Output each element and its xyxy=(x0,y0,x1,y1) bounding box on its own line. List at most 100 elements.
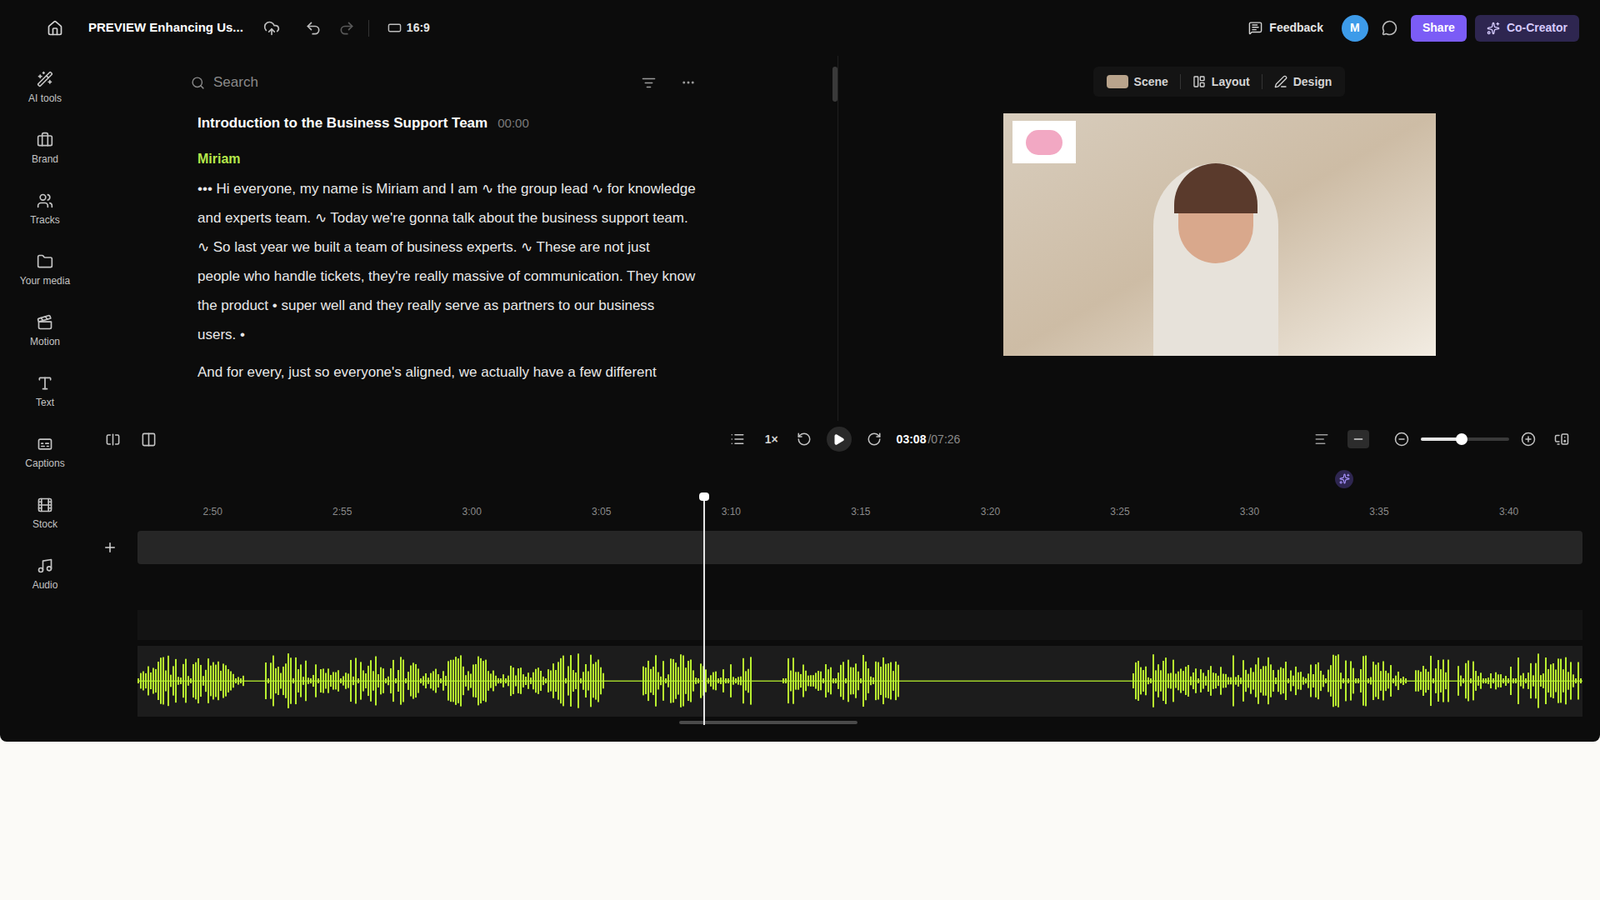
current-time: 03:08 xyxy=(896,430,927,449)
sidebar-item-icon xyxy=(36,131,54,149)
zoom-out-icon[interactable] xyxy=(1394,431,1410,447)
share-button[interactable]: Share xyxy=(1410,15,1467,42)
video-frame[interactable] xyxy=(1003,113,1436,356)
sidebar-item[interactable]: Motion xyxy=(30,314,60,348)
add-track-icon[interactable] xyxy=(102,540,118,555)
redo-icon[interactable] xyxy=(338,20,355,37)
feedback-icon xyxy=(1248,20,1263,35)
list-icon[interactable] xyxy=(730,431,745,447)
top-bar: PREVIEW Enhancing Us... 16:9 Feedback M Shar… xyxy=(0,0,1600,56)
cloud-icon[interactable] xyxy=(263,20,280,37)
comment-icon[interactable] xyxy=(1381,20,1398,36)
empty-track[interactable] xyxy=(137,610,1583,640)
script-scrollbar[interactable] xyxy=(832,66,838,102)
preview-panel: SceneLayoutDesign xyxy=(838,55,1600,421)
search-bar[interactable]: Search xyxy=(184,67,700,98)
preview-tab[interactable]: Design xyxy=(1265,68,1341,96)
aspect-ratio-button[interactable]: 16:9 xyxy=(387,19,430,37)
page: PREVIEW Enhancing Us... 16:9 Feedback M Shar… xyxy=(0,0,1600,900)
more-icon[interactable] xyxy=(680,75,696,90)
divider xyxy=(368,20,370,37)
forward-icon[interactable] xyxy=(866,431,882,447)
timeline: 2:50 2:55 3:00 3:05 3:10 3:15 3:20 3:25 3:30 3:35… xyxy=(90,457,1600,742)
captions-view-icon[interactable] xyxy=(1314,431,1330,447)
sidebar-item-icon xyxy=(36,70,54,88)
ruler-tick: 3:00 xyxy=(462,504,482,520)
transcript-paragraph[interactable]: ••• Hi everyone, my name is Miriam and I… xyxy=(197,174,696,350)
sidebar-item-icon xyxy=(36,435,54,453)
display-icon[interactable] xyxy=(1554,431,1570,447)
ruler-tick: 3:05 xyxy=(591,504,611,520)
sidebar-item-icon xyxy=(36,253,54,270)
ruler-tick: 3:35 xyxy=(1369,504,1389,520)
home-icon[interactable] xyxy=(46,20,64,37)
split-icon[interactable] xyxy=(105,431,121,448)
tab-divider xyxy=(1180,74,1181,90)
sidebar-item-icon xyxy=(36,192,54,210)
total-time: /07:26 xyxy=(927,430,960,449)
waveform-icon xyxy=(137,645,1583,717)
sidebar-item-icon xyxy=(36,496,54,514)
playhead-layer xyxy=(137,494,1583,725)
ruler-tick: 3:30 xyxy=(1240,504,1260,520)
ruler-tick: 3:15 xyxy=(850,504,870,520)
sidebar-item[interactable]: Captions xyxy=(25,435,65,470)
filter-icon[interactable] xyxy=(641,75,656,90)
scene-thumbnail-icon xyxy=(1106,75,1129,89)
rewind-icon[interactable] xyxy=(796,431,812,447)
aspect-icon xyxy=(387,20,402,35)
playhead-handle[interactable] xyxy=(699,492,710,501)
ruler-tick: 2:55 xyxy=(332,504,352,520)
sparkle-icon xyxy=(1486,21,1500,35)
co-creator-marker[interactable] xyxy=(1335,470,1354,489)
sidebar-item[interactable]: Your media xyxy=(20,253,70,287)
feedback-button[interactable]: Feedback xyxy=(1248,19,1324,37)
preview-tabs: SceneLayoutDesign xyxy=(1093,66,1346,97)
ruler-tick: 3:25 xyxy=(1110,504,1130,520)
avatar[interactable]: M xyxy=(1341,15,1369,42)
preview-tab[interactable]: Layout xyxy=(1184,68,1259,96)
zoom-slider[interactable] xyxy=(1420,437,1510,441)
sidebar: AI tools Brand Tracks Your media Motion Text C… xyxy=(0,55,90,742)
project-title[interactable]: PREVIEW Enhancing Us... xyxy=(88,18,244,38)
playhead[interactable] xyxy=(703,494,705,725)
sparkle-icon xyxy=(1339,473,1350,485)
play-button[interactable] xyxy=(826,426,852,452)
zoom-thumb[interactable] xyxy=(1455,433,1468,445)
undo-icon[interactable] xyxy=(305,20,322,37)
section-heading[interactable]: Introduction to the Business Support Tea… xyxy=(197,112,696,135)
track-view-icon xyxy=(1351,432,1365,446)
sidebar-item[interactable]: AI tools xyxy=(28,70,62,105)
time-ruler[interactable]: 2:50 2:55 3:00 3:05 3:10 3:15 3:20 3:25 3:30 3:35… xyxy=(137,500,1583,524)
tab-divider xyxy=(1261,74,1263,90)
speaker-name[interactable]: Miriam xyxy=(197,149,696,170)
zoom-in-icon[interactable] xyxy=(1520,431,1536,447)
ruler-tick: 3:10 xyxy=(721,504,741,520)
sidebar-item[interactable]: Tracks xyxy=(30,192,60,226)
tab-icon xyxy=(1192,75,1206,89)
ruler-tick: 3:20 xyxy=(980,504,1000,520)
transport-bar: 1× 03:08/07:26 xyxy=(90,420,1600,458)
co-creator-button[interactable]: Co-Creator xyxy=(1475,15,1580,42)
sidebar-item[interactable]: Brand xyxy=(31,131,59,165)
sidebar-item[interactable]: Audio xyxy=(32,557,59,591)
transcript-paragraph[interactable]: And for every, just so everyone's aligne… xyxy=(197,357,696,387)
speed-button[interactable]: 1× xyxy=(765,430,779,449)
ruler-tick: 2:50 xyxy=(202,504,222,520)
sidebar-item-icon xyxy=(36,375,54,392)
script-panel: Search Introduction to the Business Suppo… xyxy=(90,55,839,421)
play-icon xyxy=(832,433,845,446)
timeline-scrollbar[interactable] xyxy=(679,720,858,725)
ruler-tick: 3:40 xyxy=(1499,504,1519,520)
scene-track[interactable] xyxy=(137,530,1583,565)
tab-icon xyxy=(1274,75,1288,89)
audio-track[interactable] xyxy=(137,645,1583,717)
search-icon xyxy=(190,75,205,90)
add-layout-icon[interactable] xyxy=(140,431,157,448)
preview-tab[interactable]: Scene xyxy=(1098,68,1177,96)
sidebar-item[interactable]: Stock xyxy=(32,496,58,530)
sidebar-item[interactable]: Text xyxy=(35,375,55,409)
track-view-button[interactable] xyxy=(1347,430,1370,449)
sidebar-item-icon xyxy=(36,314,54,331)
sidebar-item-icon xyxy=(36,557,54,575)
